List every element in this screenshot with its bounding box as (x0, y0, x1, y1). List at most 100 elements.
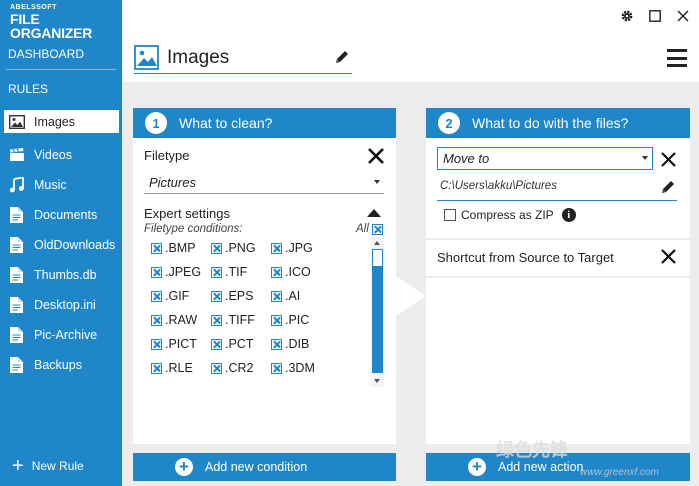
sidebar-item-label: Thumbs.db (34, 268, 97, 282)
compress-zip-option[interactable]: Compress as ZIP i (444, 208, 576, 222)
extension-checkbox[interactable] (211, 242, 222, 254)
extension-option[interactable]: .BMP (151, 241, 211, 255)
close-icon[interactable] (675, 8, 691, 24)
maximize-icon[interactable] (647, 8, 663, 24)
extension-option[interactable]: .RLE (151, 361, 211, 375)
sidebar-item-pic-archive[interactable]: Pic-Archive (4, 320, 119, 350)
logo-product: FILE ORGANIZER (10, 11, 93, 41)
add-condition-button[interactable]: + Add new condition (133, 453, 396, 481)
sidebar-item-label: Backups (34, 358, 82, 372)
extension-option[interactable]: .CR2 (211, 361, 271, 375)
extension-option[interactable]: .PIC (271, 313, 341, 327)
extension-checkbox[interactable] (271, 362, 282, 374)
extension-option[interactable]: .DIB (271, 337, 341, 351)
extension-option[interactable]: .RAW (151, 313, 211, 327)
document-icon (8, 207, 25, 223)
extension-option[interactable]: .3DM (271, 361, 341, 375)
extension-option[interactable]: .PICT (151, 337, 211, 351)
document-icon (8, 267, 25, 283)
extension-option[interactable]: .ICO (271, 265, 341, 279)
plus-circle-icon: + (175, 458, 193, 476)
extension-checkbox[interactable] (271, 242, 282, 254)
pencil-icon[interactable] (660, 179, 678, 197)
extension-checkbox[interactable] (151, 362, 162, 374)
extension-checkbox[interactable] (211, 314, 222, 326)
panel-header: 2 What to do with the files? (426, 108, 690, 138)
add-condition-label: Add new condition (205, 460, 308, 474)
action-select[interactable]: Move to (437, 147, 653, 170)
extension-label: .ICO (285, 265, 311, 279)
flow-arrow (396, 276, 426, 316)
extension-checkbox[interactable] (271, 338, 282, 350)
extension-option[interactable]: .PCT (211, 337, 271, 351)
sidebar-item-olddownloads[interactable]: OldDownloads (4, 230, 119, 260)
logo-brand: ABELSSOFT (10, 4, 57, 11)
rules-header: RULES (8, 82, 49, 96)
menu-icon[interactable] (667, 49, 687, 67)
extension-checkbox[interactable] (211, 362, 222, 374)
sidebar-item-thumbs-db[interactable]: Thumbs.db (4, 260, 119, 290)
extension-checkbox[interactable] (271, 290, 282, 302)
target-path[interactable]: C:\Users\akku\Pictures (440, 180, 557, 192)
remove-shortcut-icon[interactable] (660, 248, 678, 266)
extension-checkbox[interactable] (151, 338, 162, 350)
extension-checkbox[interactable] (271, 314, 282, 326)
collapse-icon[interactable] (367, 209, 381, 217)
scroll-track[interactable] (372, 267, 383, 373)
extension-option[interactable]: .JPEG (151, 265, 211, 279)
rule-title-field[interactable]: Images (134, 42, 352, 74)
compress-zip-checkbox[interactable] (444, 209, 456, 221)
image-icon (134, 45, 159, 70)
extension-checkbox[interactable] (211, 338, 222, 350)
info-icon[interactable]: i (561, 208, 576, 222)
action-value: Move to (443, 151, 490, 166)
dashboard-link[interactable]: DASHBOARD (8, 47, 84, 61)
select-all-checkbox[interactable] (372, 224, 383, 235)
scroll-up-icon[interactable] (374, 241, 380, 245)
sidebar-item-videos[interactable]: Videos (4, 140, 119, 170)
watermark-text: 绿色先锋 (496, 440, 568, 460)
sidebar-item-backups[interactable]: Backups (4, 350, 119, 380)
extension-grid: .BMP .PNG .JPG .JPEG .TIF .ICO .GIF .EPS .AI .RAW… (151, 241, 361, 375)
gear-icon[interactable] (619, 8, 635, 24)
scrollbar[interactable] (371, 237, 384, 387)
app-logo: ABELSSOFT FILE ORGANIZER (10, 4, 122, 40)
sidebar-item-images[interactable]: Images (4, 110, 119, 133)
extension-option[interactable]: .GIF (151, 289, 211, 303)
extension-label: .3DM (285, 361, 315, 375)
image-icon (8, 114, 25, 130)
sidebar-item-label: Documents (34, 208, 98, 222)
scroll-down-icon[interactable] (374, 379, 380, 383)
sidebar-item-music[interactable]: Music (4, 170, 119, 200)
scroll-thumb[interactable] (372, 249, 383, 267)
extension-label: .JPEG (165, 265, 202, 279)
extension-checkbox[interactable] (271, 266, 282, 278)
watermark-url: www.greenxf.com (580, 467, 659, 478)
extension-option[interactable]: .AI (271, 289, 341, 303)
remove-condition-icon[interactable] (367, 147, 385, 165)
add-action-label: Add new action (498, 460, 584, 474)
filetype-select[interactable]: Pictures (144, 172, 384, 194)
extension-option[interactable]: .JPG (271, 241, 341, 255)
extension-option[interactable]: .TIF (211, 265, 271, 279)
remove-action-icon[interactable] (660, 151, 678, 169)
extension-checkbox[interactable] (151, 290, 162, 302)
plus-icon: + (12, 455, 24, 477)
extension-checkbox[interactable] (151, 266, 162, 278)
extension-option[interactable]: .PNG (211, 241, 271, 255)
extension-label: .TIF (225, 265, 248, 279)
new-rule-button[interactable]: + New Rule (12, 455, 84, 477)
extension-option[interactable]: .TIFF (211, 313, 271, 327)
sidebar-item-documents[interactable]: Documents (4, 200, 119, 230)
extension-option[interactable]: .EPS (211, 289, 271, 303)
pencil-icon[interactable] (334, 49, 350, 70)
extension-checkbox[interactable] (151, 242, 162, 254)
extension-checkbox[interactable] (211, 290, 222, 302)
sidebar-item-desktop-ini[interactable]: Desktop.ini (4, 290, 119, 320)
clapper-icon (8, 147, 25, 163)
extension-checkbox[interactable] (211, 266, 222, 278)
extension-label: .JPG (285, 241, 313, 255)
extension-checkbox[interactable] (151, 314, 162, 326)
sidebar-item-label: Music (34, 178, 67, 192)
extension-label: .EPS (225, 289, 254, 303)
